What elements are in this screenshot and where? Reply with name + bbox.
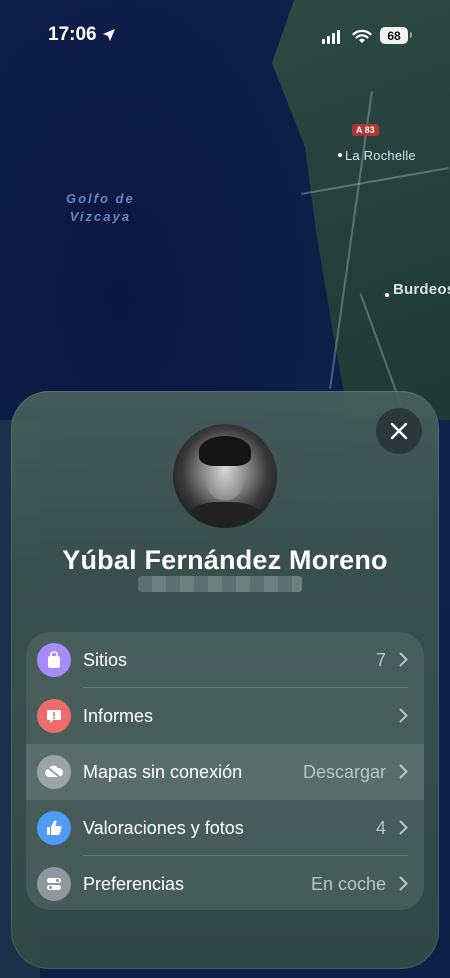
avatar[interactable] [173,424,277,528]
road-shield: A 83 [352,124,379,136]
report-icon [37,699,71,733]
city-label-la-rochelle: La Rochelle [345,148,416,163]
sea-label: Golfo de Vizcaya [66,191,135,224]
location-arrow-icon [103,29,115,41]
cellular-signal-icon [322,30,340,44]
profile-name: Yúbal Fernández Moreno [62,545,388,575]
menu-item-value: Descargar [302,761,386,782]
city-marker [336,151,344,159]
menu-item-label: Sitios [83,649,128,670]
menu-item-mapas-sin-conexion[interactable]: Mapas sin conexión Descargar [26,744,424,800]
menu-item-label: Mapas sin conexión [83,761,243,782]
redacted-email [138,576,302,592]
bag-icon [37,643,71,677]
close-button[interactable] [376,408,422,454]
menu-item-value: En coche [310,873,386,894]
land-mass [272,0,450,420]
battery-indicator: 68 [380,27,412,44]
chevron-right-icon [399,708,408,723]
profile-sheet: Yúbal Fernández Moreno Sitios 7 Informes [11,391,439,969]
toggles-icon [37,867,71,901]
menu-item-value: 4 [375,817,386,838]
menu-item-label: Preferencias [83,873,185,894]
profile-menu: Sitios 7 Informes Mapas sin conexión Des… [26,632,424,910]
menu-item-informes[interactable]: Informes [26,688,424,744]
menu-item-valoraciones-y-fotos[interactable]: Valoraciones y fotos 4 [26,800,424,856]
chevron-right-icon [399,652,408,667]
menu-item-label: Informes [83,705,154,726]
close-icon [390,422,408,440]
thumbs-up-icon [37,811,71,845]
menu-item-sitios[interactable]: Sitios 7 [26,632,424,688]
wifi-icon [352,29,372,43]
chevron-right-icon [399,876,408,891]
menu-item-preferencias[interactable]: Preferencias En coche [26,856,424,910]
city-marker [383,291,391,299]
status-time: 17:06 [48,24,97,45]
chevron-right-icon [399,820,408,835]
menu-item-label: Valoraciones y fotos [83,817,244,838]
status-bar: 17:06 68 [0,0,450,60]
menu-item-value: 7 [375,649,386,670]
chevron-right-icon [399,764,408,779]
offline-cloud-icon [37,755,71,789]
city-label-burdeos: Burdeos [393,281,450,298]
